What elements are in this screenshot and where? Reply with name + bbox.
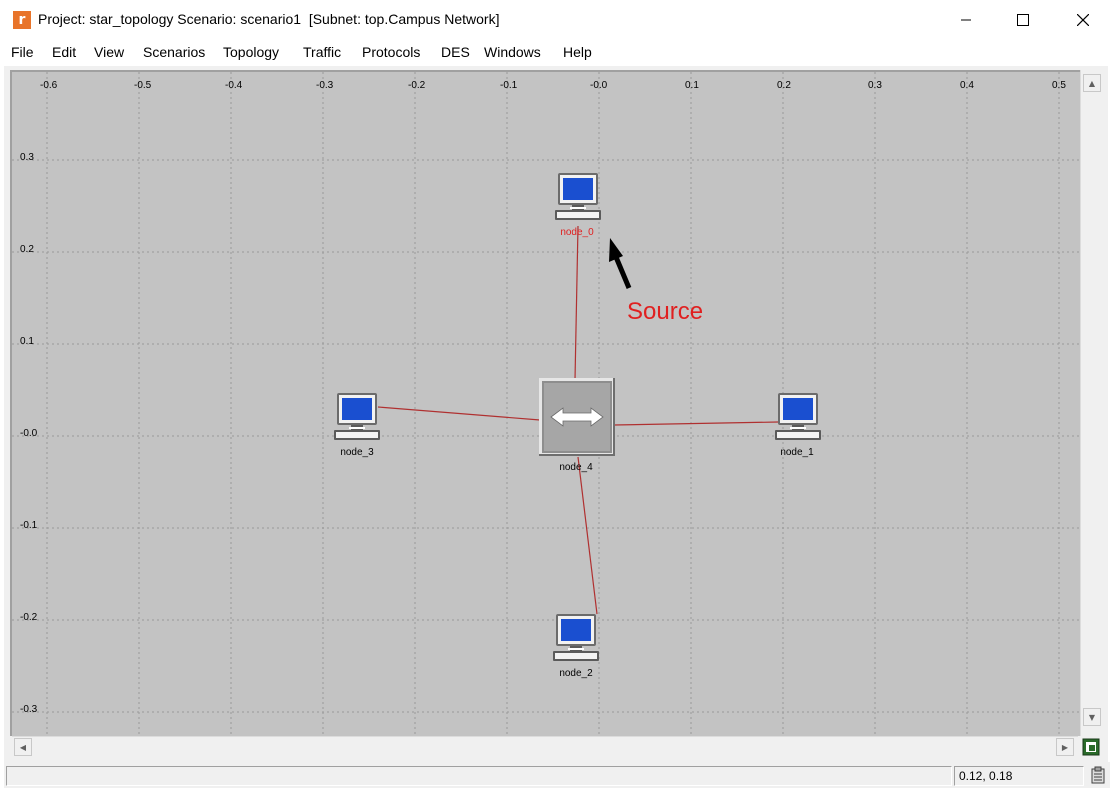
scroll-left-button[interactable]: ◀ <box>14 738 32 756</box>
node-label: node_0 <box>560 227 594 238</box>
node-label: node_2 <box>559 668 593 679</box>
cursor-coordinates: 0.12, 0.18 <box>954 766 1084 786</box>
clipboard-icon[interactable] <box>1090 766 1106 784</box>
switch-icon <box>539 378 615 456</box>
workstation-node-0[interactable]: node_0 <box>555 173 601 238</box>
minimize-button[interactable] <box>943 0 989 40</box>
menu-help[interactable]: Help <box>563 44 592 60</box>
menu-traffic[interactable]: Traffic <box>303 44 341 60</box>
scroll-up-button[interactable]: ▲ <box>1083 74 1101 92</box>
x-tick-label: -0.1 <box>500 80 518 91</box>
node-label: node_3 <box>340 447 374 458</box>
source-annotation: Source <box>627 298 703 325</box>
workstation-node-1[interactable]: node_1 <box>775 393 821 458</box>
link-node4-node1[interactable] <box>613 421 779 426</box>
workstation-node-2[interactable]: node_2 <box>553 614 599 679</box>
menu-bar: File Edit View Scenarios Topology Traffi… <box>0 40 1114 66</box>
minimize-icon <box>961 19 971 21</box>
horizontal-scrollbar[interactable]: ◀ ▶ <box>12 736 1078 758</box>
workstation-node-3[interactable]: node_3 <box>334 393 380 458</box>
y-tick-label: -0.1 <box>20 520 38 531</box>
link-node4-node3[interactable] <box>377 406 541 421</box>
network-canvas[interactable]: -0.6 -0.5 -0.4 -0.3 -0.2 -0.1 -0.0 0.1 0… <box>10 70 1080 736</box>
y-tick-label: -0.0 <box>20 428 38 439</box>
status-bar: 0.12, 0.18 <box>4 762 1110 788</box>
y-tick-label: 0.2 <box>20 244 34 255</box>
workstation-icon <box>555 173 601 220</box>
y-tick-label: -0.2 <box>20 612 38 623</box>
close-button[interactable] <box>1060 0 1106 40</box>
menu-file[interactable]: File <box>11 44 34 60</box>
node-label: node_1 <box>780 447 814 458</box>
scroll-right-button[interactable]: ▶ <box>1056 738 1074 756</box>
source-arrow-icon <box>609 238 632 289</box>
x-tick-label: -0.6 <box>40 80 58 91</box>
maximize-button[interactable] <box>1000 0 1046 40</box>
vertical-scrollbar[interactable]: ▲ ▼ <box>1080 70 1102 736</box>
menu-topology[interactable]: Topology <box>223 44 279 60</box>
workstation-icon <box>553 614 599 661</box>
workstation-icon <box>775 393 821 440</box>
window-title: Project: star_topology Scenario: scenari… <box>38 11 500 27</box>
maximize-icon <box>1017 14 1029 26</box>
workstation-icon <box>334 393 380 440</box>
x-tick-label: 0.4 <box>960 80 974 91</box>
menu-protocols[interactable]: Protocols <box>362 44 420 60</box>
x-tick-label: 0.1 <box>685 80 699 91</box>
x-tick-label: 0.2 <box>777 80 791 91</box>
x-tick-label: 0.5 <box>1052 80 1066 91</box>
y-tick-label: 0.1 <box>20 336 34 347</box>
menu-scenarios[interactable]: Scenarios <box>143 44 205 60</box>
x-tick-label: -0.2 <box>408 80 426 91</box>
y-tick-label: -0.3 <box>20 704 38 715</box>
scroll-down-button[interactable]: ▼ <box>1083 708 1101 726</box>
node-label: node_4 <box>559 462 593 473</box>
link-node4-node2[interactable] <box>577 456 598 615</box>
x-tick-label: 0.3 <box>868 80 882 91</box>
x-tick-label: -0.4 <box>225 80 243 91</box>
x-tick-label: -0.0 <box>590 80 608 91</box>
navigator-icon <box>1082 738 1100 756</box>
status-message <box>6 766 952 786</box>
menu-edit[interactable]: Edit <box>52 44 76 60</box>
close-icon <box>1077 14 1089 26</box>
navigator-button[interactable] <box>1080 736 1102 758</box>
x-tick-label: -0.3 <box>316 80 334 91</box>
app-logo-icon: r <box>13 11 31 29</box>
menu-view[interactable]: View <box>94 44 124 60</box>
menu-windows[interactable]: Windows <box>484 44 541 60</box>
title-bar: r Project: star_topology Scenario: scena… <box>0 0 1114 40</box>
x-tick-label: -0.5 <box>134 80 152 91</box>
y-tick-label: 0.3 <box>20 152 34 163</box>
switch-node-4[interactable]: node_4 <box>539 378 615 473</box>
menu-des[interactable]: DES <box>441 44 470 60</box>
link-node4-node0[interactable] <box>574 225 579 381</box>
